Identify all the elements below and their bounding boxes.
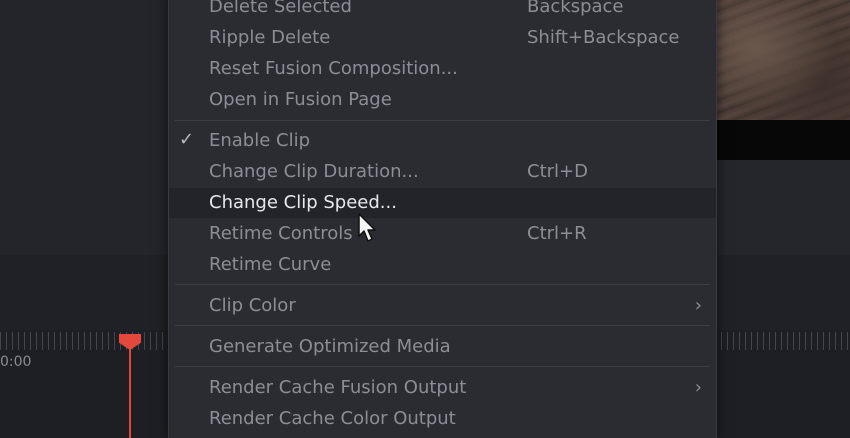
menu-separator: [175, 366, 710, 367]
menu-item-enable-clip[interactable]: ✓ Enable Clip: [169, 126, 716, 156]
menu-item-label: Open in Fusion Page: [209, 89, 392, 110]
menu-item-label: Change Clip Speed...: [209, 192, 397, 213]
menu-item-shortcut: Shift+Backspace: [527, 27, 680, 48]
menu-item-render-cache-fusion-output[interactable]: Render Cache Fusion Output ›: [169, 373, 716, 403]
menu-item-shortcut: Ctrl+D: [527, 161, 588, 182]
menu-item-label: Retime Curve: [209, 254, 332, 275]
menu-item-shortcut: Backspace: [527, 0, 624, 17]
chevron-right-icon: ›: [694, 377, 702, 398]
timeline-timecode: 0:00: [0, 354, 32, 370]
checkmark-icon: ✓: [179, 129, 195, 150]
menu-item-label: Ripple Delete: [209, 27, 331, 48]
menu-item-open-in-fusion-page[interactable]: Open in Fusion Page: [169, 85, 716, 115]
menu-item-change-clip-duration[interactable]: Change Clip Duration... Ctrl+D: [169, 157, 716, 187]
left-track-area: [0, 255, 168, 330]
context-menu: Delete Selected Backspace Ripple Delete …: [168, 0, 717, 438]
menu-item-delete-selected[interactable]: Delete Selected Backspace: [169, 0, 716, 22]
video-letterbox: [715, 120, 850, 160]
playhead-line[interactable]: [129, 348, 131, 438]
chevron-right-icon: ›: [694, 295, 702, 316]
video-preview-thumbnail: [715, 0, 850, 120]
menu-item-ripple-delete[interactable]: Ripple Delete Shift+Backspace: [169, 23, 716, 53]
menu-separator: [175, 325, 710, 326]
menu-item-retime-curve[interactable]: Retime Curve: [169, 250, 716, 280]
menu-item-label: Render Cache Color Output: [209, 408, 456, 429]
menu-item-label: Retime Controls: [209, 223, 353, 244]
mouse-pointer-icon: [358, 213, 376, 242]
menu-item-label: Clip Color: [209, 295, 296, 316]
menu-item-label: Change Clip Duration...: [209, 161, 419, 182]
menu-item-generate-optimized-media[interactable]: Generate Optimized Media: [169, 332, 716, 362]
menu-item-retime-controls[interactable]: Retime Controls Ctrl+R: [169, 219, 716, 249]
right-track-area: [715, 255, 850, 330]
menu-separator: [175, 284, 710, 285]
ruler-ticks-right: [715, 332, 850, 350]
menu-item-label: Enable Clip: [209, 130, 311, 151]
menu-item-clip-color[interactable]: Clip Color ›: [169, 291, 716, 321]
menu-item-label: Reset Fusion Composition...: [209, 58, 458, 79]
menu-item-label: Render Cache Fusion Output: [209, 377, 467, 398]
ruler-ticks-left: [0, 332, 168, 350]
menu-item-shortcut: Ctrl+R: [527, 223, 587, 244]
menu-item-reset-fusion-composition[interactable]: Reset Fusion Composition...: [169, 54, 716, 84]
menu-item-label: Generate Optimized Media: [209, 336, 451, 357]
menu-item-label: Delete Selected: [209, 0, 352, 17]
menu-separator: [175, 120, 710, 121]
right-panel: [715, 160, 850, 255]
menu-item-change-clip-speed[interactable]: Change Clip Speed...: [169, 188, 716, 218]
left-panel: [0, 0, 168, 255]
menu-item-render-cache-color-output[interactable]: Render Cache Color Output: [169, 404, 716, 434]
